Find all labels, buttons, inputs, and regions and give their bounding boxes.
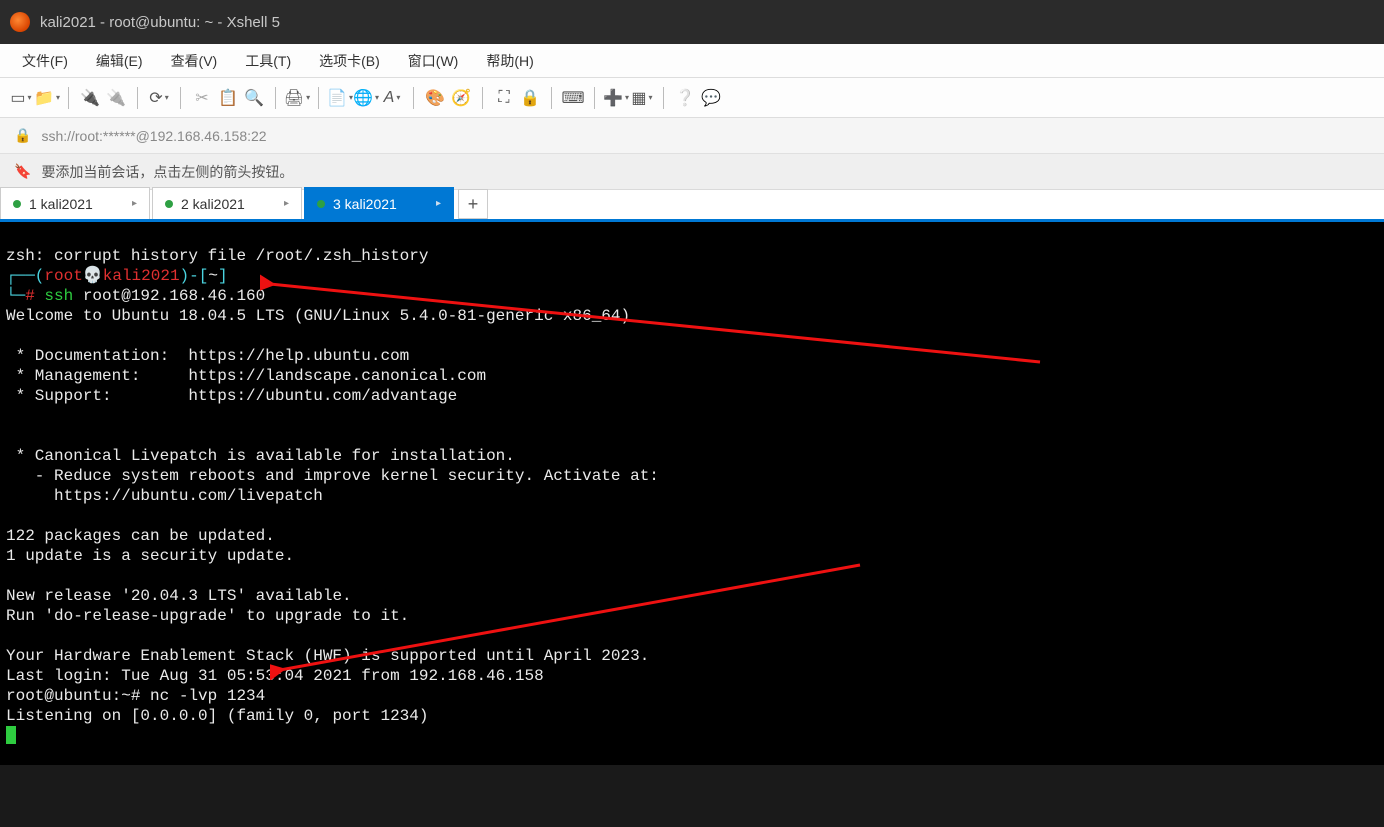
prompt-bracket: ] [218, 267, 228, 285]
close-icon[interactable]: ▸ [436, 198, 441, 209]
status-dot-icon [165, 200, 173, 208]
hint-bar: 🔖 要添加当前会话，点击左侧的箭头按钮。 [0, 154, 1384, 190]
separator [551, 87, 552, 109]
menu-help[interactable]: 帮助(H) [472, 47, 547, 75]
separator [180, 87, 181, 109]
separator [275, 87, 276, 109]
term-line: - Reduce system reboots and improve kern… [6, 467, 659, 485]
term-line: Your Hardware Enablement Stack (HWE) is … [6, 647, 649, 665]
term-line: Run 'do-release-upgrade' to upgrade to i… [6, 607, 409, 625]
terminal[interactable]: zsh: corrupt history file /root/.zsh_his… [0, 222, 1384, 765]
term-line: zsh: corrupt history file /root/.zsh_his… [6, 247, 428, 265]
separator [482, 87, 483, 109]
separator [68, 87, 69, 109]
term-line: * Management: https://landscape.canonica… [6, 367, 486, 385]
lock-icon[interactable]: 🔒 [519, 87, 541, 109]
prompt-hash: # [25, 287, 44, 305]
new-tab-button[interactable]: + [458, 189, 488, 219]
term-line: * Support: https://ubuntu.com/advantage [6, 387, 457, 405]
paste-icon[interactable]: 📋 [217, 87, 239, 109]
reconnect-icon[interactable]: ⟳ [148, 87, 170, 109]
separator [594, 87, 595, 109]
search-icon[interactable]: 🔍 [243, 87, 265, 109]
print-icon[interactable]: 🖨 [286, 87, 308, 109]
disconnect-icon[interactable]: 🔌 [105, 87, 127, 109]
layout-icon[interactable]: ▦ [631, 87, 653, 109]
ssh-cmd: ssh [44, 287, 73, 305]
lock-small-icon: 🔒 [14, 127, 31, 144]
prompt-path: ~ [208, 267, 218, 285]
prompt-bracket: ┌──( [6, 267, 44, 285]
term-line: * Documentation: https://help.ubuntu.com [6, 347, 409, 365]
separator [137, 87, 138, 109]
term-line: New release '20.04.3 LTS' available. [6, 587, 352, 605]
connect-icon[interactable]: 🔌 [79, 87, 101, 109]
close-icon[interactable]: ▸ [284, 198, 289, 209]
add-icon[interactable]: ➕ [605, 87, 627, 109]
tab-label: 1 kali2021 [29, 196, 93, 212]
menu-tabs[interactable]: 选项卡(B) [305, 47, 394, 75]
term-line: * Canonical Livepatch is available for i… [6, 447, 515, 465]
term-line: 1 update is a security update. [6, 547, 294, 565]
open-folder-icon[interactable]: 📁 [36, 87, 58, 109]
separator [663, 87, 664, 109]
separator [413, 87, 414, 109]
font-icon[interactable]: A [381, 87, 403, 109]
window-title: kali2021 - root@ubuntu: ~ - Xshell 5 [40, 14, 280, 31]
menu-bar: 文件(F) 编辑(E) 查看(V) 工具(T) 选项卡(B) 窗口(W) 帮助(… [0, 44, 1384, 78]
address-text[interactable]: ssh://root:******@192.168.46.158:22 [41, 128, 266, 144]
address-bar: 🔒 ssh://root:******@192.168.46.158:22 [0, 118, 1384, 154]
status-dot-icon [13, 200, 21, 208]
nc-command: nc -lvp 1234 [150, 687, 265, 705]
prompt-bracket: )-[ [180, 267, 209, 285]
menu-file[interactable]: 文件(F) [8, 47, 82, 75]
term-line: Welcome to Ubuntu 18.04.5 LTS (GNU/Linux… [6, 307, 630, 325]
copy-icon[interactable]: ✂ [191, 87, 213, 109]
tab-3-active[interactable]: 3 kali2021 ▸ [304, 187, 454, 219]
tab-2[interactable]: 2 kali2021 ▸ [152, 187, 302, 219]
title-bar: kali2021 - root@ubuntu: ~ - Xshell 5 [0, 0, 1384, 44]
ubuntu-prompt: root@ubuntu:~# [6, 687, 150, 705]
status-dot-icon [317, 200, 325, 208]
menu-edit[interactable]: 编辑(E) [82, 47, 157, 75]
keyboard-icon[interactable]: ⌨ [562, 87, 584, 109]
tab-strip: 1 kali2021 ▸ 2 kali2021 ▸ 3 kali2021 ▸ + [0, 190, 1384, 222]
bookmark-icon[interactable]: 🔖 [14, 163, 31, 180]
app-icon [10, 12, 30, 32]
close-icon[interactable]: ▸ [132, 198, 137, 209]
prompt-line2: └─ [6, 287, 25, 305]
tab-label: 2 kali2021 [181, 196, 245, 212]
term-line: Listening on [0.0.0.0] (family 0, port 1… [6, 707, 428, 725]
cursor [6, 726, 16, 744]
term-line: Last login: Tue Aug 31 05:53:04 2021 fro… [6, 667, 544, 685]
term-line: https://ubuntu.com/livepatch [6, 487, 323, 505]
color-icon[interactable]: 🎨 [424, 87, 446, 109]
plus-icon: + [468, 194, 479, 215]
separator [318, 87, 319, 109]
menu-window[interactable]: 窗口(W) [394, 47, 473, 75]
menu-tools[interactable]: 工具(T) [231, 47, 305, 75]
term-line: 122 packages can be updated. [6, 527, 275, 545]
menu-view[interactable]: 查看(V) [157, 47, 232, 75]
fullscreen-icon[interactable]: ⛶ [493, 87, 515, 109]
compass-icon[interactable]: 🧭 [450, 87, 472, 109]
properties-icon[interactable]: 📄 [329, 87, 351, 109]
ssh-args: root@192.168.46.160 [73, 287, 265, 305]
help-icon[interactable]: ❔ [674, 87, 696, 109]
tab-label: 3 kali2021 [333, 196, 397, 212]
toolbar: ▭ 📁 🔌 🔌 ⟳ ✂ 📋 🔍 🖨 📄 🌐 A 🎨 🧭 ⛶ 🔒 ⌨ ➕ ▦ ❔ … [0, 78, 1384, 118]
prompt-user: root💀kali2021 [44, 267, 179, 285]
globe-icon[interactable]: 🌐 [355, 87, 377, 109]
new-session-icon[interactable]: ▭ [10, 87, 32, 109]
tab-1[interactable]: 1 kali2021 ▸ [0, 187, 150, 219]
chat-icon[interactable]: 💬 [700, 87, 722, 109]
hint-text: 要添加当前会话，点击左侧的箭头按钮。 [41, 162, 293, 182]
